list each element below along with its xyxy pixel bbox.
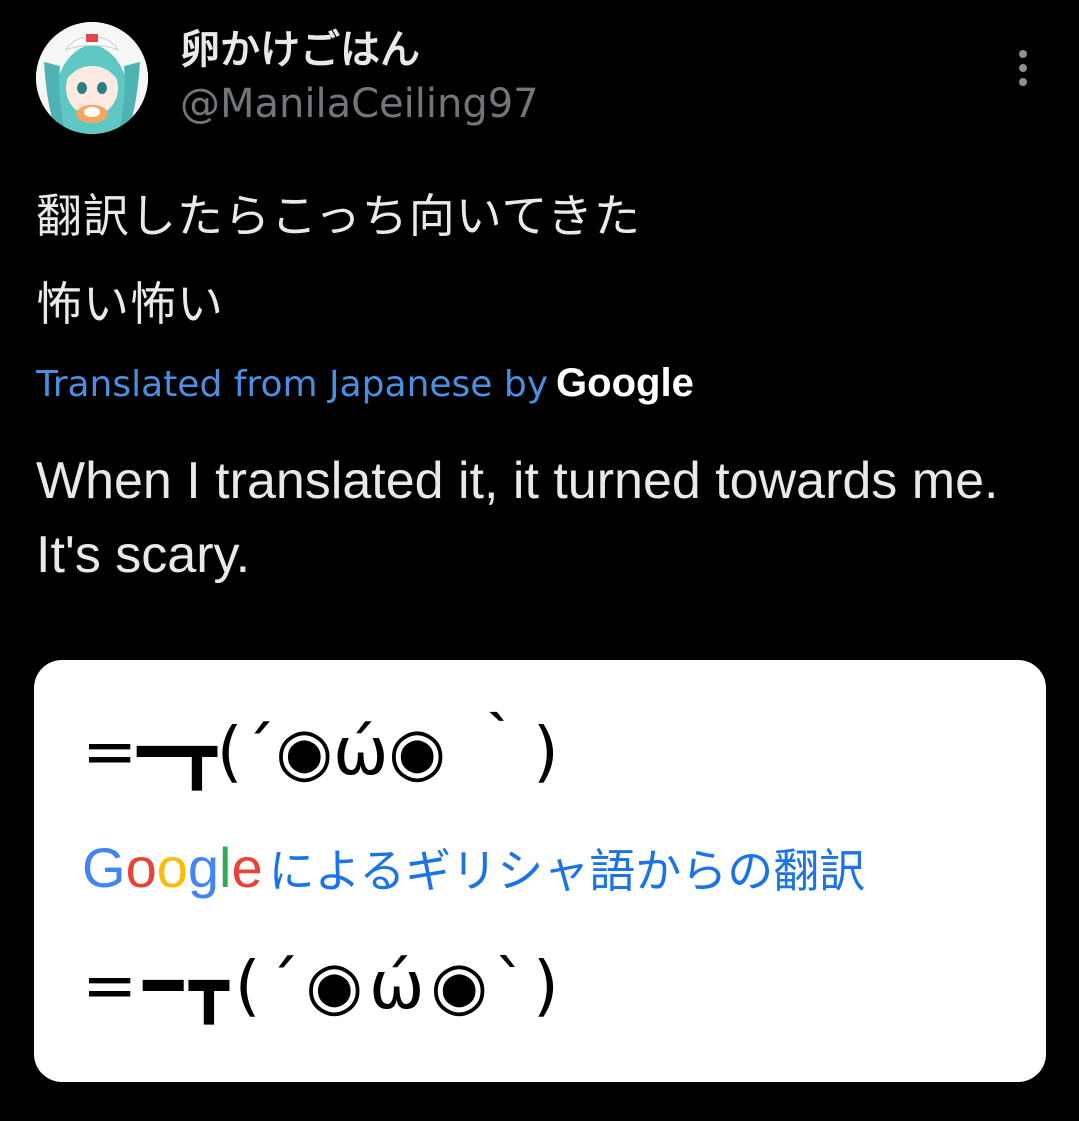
kaomoji-translated: =━┳(´◉ώ◉`) [82, 947, 565, 1024]
tweet-image[interactable]: =━┳(´◉ώ◉ ｀) Google によるギリシャ語からの翻訳 =━┳(´◉ώ◉… [34, 660, 1046, 1082]
google-logo-letter: g [187, 836, 220, 899]
google-logo-letter: o [156, 836, 188, 899]
translated-text: When I translated it, it turned towards … [36, 452, 999, 584]
google-wordmark: Google [556, 361, 694, 405]
translation-caption: によるギリシャ語からの翻訳 [268, 844, 866, 898]
google-logo-letter: o [125, 836, 157, 899]
tweet-text-line-2: 怖い怖い [36, 277, 224, 331]
google-translate-caption: Google によるギリシャ語からの翻訳 [82, 836, 865, 903]
tweet: 卵かけごはん @ManilaCeiling97 翻訳したらこっち向いてきた 怖い… [0, 0, 1079, 1121]
translation-notice: Translated from Japanese by Google [36, 358, 694, 410]
kaomoji-original: =━┳(´◉ώ◉ ｀) [82, 713, 559, 790]
google-logo-letter: l [219, 836, 232, 899]
google-logo-letter: G [82, 836, 126, 899]
tweet-original-text: 翻訳したらこっち向いてきた 怖い怖い [36, 172, 1036, 348]
tweet-text-line-1: 翻訳したらこっち向いてきた [36, 189, 642, 243]
author-handle[interactable]: @ManilaCeiling97 [180, 80, 539, 128]
author-display-name[interactable]: 卵かけごはん [180, 26, 420, 74]
more-options-button[interactable] [1004, 46, 1044, 90]
google-logo: Google [82, 836, 263, 899]
anime-avatar-icon [36, 22, 148, 134]
avatar[interactable] [36, 22, 148, 134]
google-logo-letter: e [231, 836, 263, 899]
translated-from-link[interactable]: Translated from Japanese by [36, 364, 548, 405]
